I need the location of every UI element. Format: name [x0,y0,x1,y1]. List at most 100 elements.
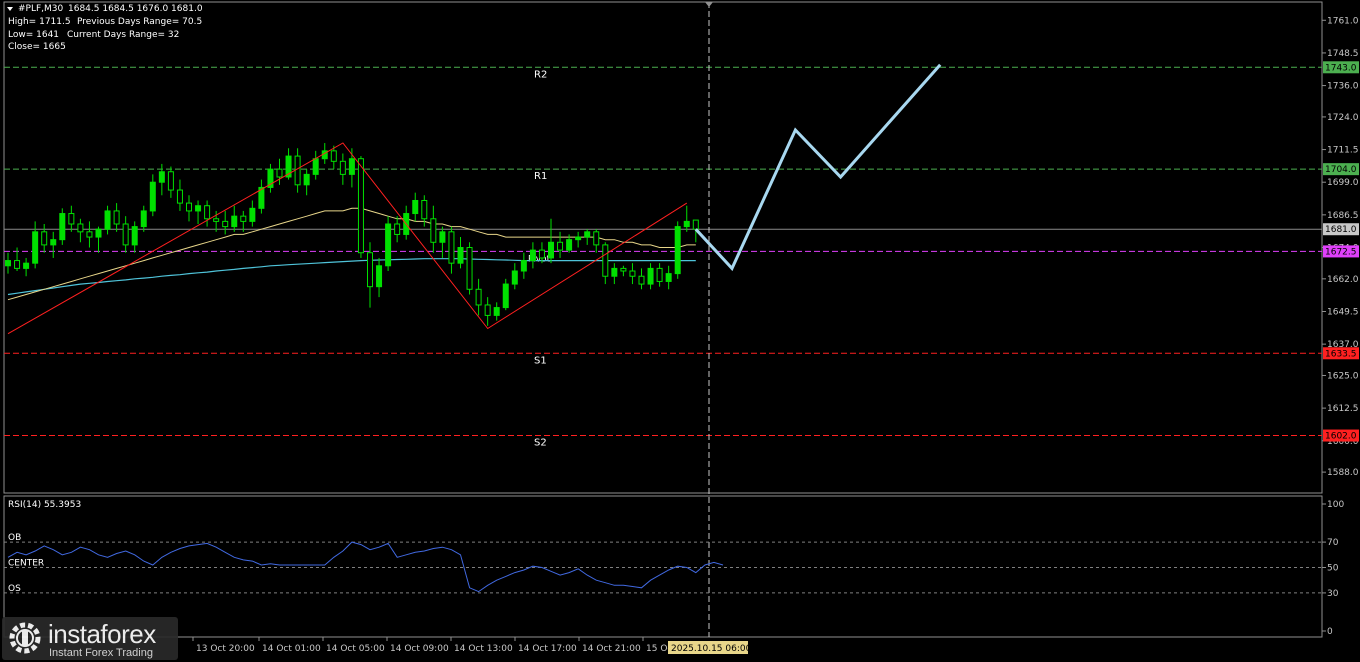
candle-body [294,155,301,186]
candle-body [186,202,192,212]
price-tick-label: 1724.0 [1327,113,1359,123]
candle-body [457,247,464,264]
candle-body [77,223,84,233]
candle-body [593,231,600,246]
price-tick-label: 1662.0 [1327,275,1359,285]
candle-body [511,270,518,285]
logo-tagline: Instant Forex Trading [49,647,153,659]
candle-body [647,267,654,285]
candle-body [122,223,129,246]
rsi-title: RSI(14) 55.3953 [8,500,81,510]
price-tick-label: 1686.5 [1327,211,1359,221]
time-tick-label: 14 Oct 05:00 [326,644,385,654]
candle-body [312,158,319,175]
candle-body [584,231,591,238]
candle-body [466,247,473,290]
candle-body [421,199,428,220]
candle-body [240,215,247,222]
forecast-line [694,63,942,272]
ma-fast-line [7,207,696,301]
chart-header: #PLF,M30 1684.5 1684.5 1676.0 1681.0 High=… [7,4,203,52]
price-tick-label: 1649.5 [1327,307,1359,317]
candle-body [195,205,202,212]
rsi-tick-label: 100 [1327,500,1344,510]
level-label-r2: R2 [534,69,547,80]
zigzag-line [7,142,688,335]
candle-body [32,231,39,264]
candle-body [158,171,165,183]
prev-range-label: Previous Days Range= 70.5 [77,17,202,27]
time-tick-label: 14 Oct 17:00 [518,644,577,654]
candle-body [339,160,346,175]
candle-body [439,231,446,243]
candle-body [692,219,699,230]
candle-body [566,239,573,251]
time-tick-label: 13 Oct 20:00 [196,644,255,654]
chart-canvas: 1761.0 1748.5 1736.0 1724.0 1711.5 1699.0 1686… [3,1,1359,654]
price-tick-label: 1699.0 [1327,178,1359,188]
ohlc-label: 1684.5 1684.5 1676.0 1681.0 [68,4,203,14]
candle-body [213,218,220,222]
candles [5,143,699,326]
candle-body [204,205,211,220]
level-label-s1: S1 [534,355,547,366]
candle-body [529,249,536,262]
candle-body [231,215,238,228]
rsi-pane-frame [3,495,1323,638]
price-tick-label: 1625.0 [1327,371,1359,381]
price-tick-label: 1711.5 [1327,146,1359,156]
low-label: Low= 1641 [8,30,59,40]
candle-body [86,231,93,238]
level-price-text: 1633.5 [1325,349,1357,359]
candle-body [330,150,337,162]
level-price-text: 1672.5 [1325,247,1357,257]
candle-body [430,218,437,243]
candle-body [683,220,690,228]
gear-logo-icon [9,622,41,654]
candle-body [548,241,554,259]
candle-body [104,210,111,230]
candle-body [656,267,663,282]
cursor-time-text: 2025.10.15 06:00 [671,644,752,654]
candle-body [167,171,174,191]
time-tick-label: 14 Oct 09:00 [390,644,449,654]
candle-body [23,262,30,269]
collapse-arrow-icon [7,7,13,11]
candle-body [493,307,500,316]
candle-body [538,249,545,259]
rsi-tick-label: 70 [1327,538,1339,548]
rsi-tick-label: 0 [1327,627,1333,637]
rsi-level-label-ob: OB [8,533,21,543]
candle-body [113,210,120,225]
candle-body [95,228,102,238]
candle-body [376,265,383,288]
price-tick-label: 1761.0 [1327,16,1359,26]
candle-body [357,158,364,254]
candle-body [176,189,183,204]
candle-body [385,223,392,267]
time-tick-label: 14 Oct 13:00 [454,644,513,654]
candle-body [484,304,491,316]
level-price-text: 1602.0 [1325,432,1357,442]
candle-body [41,231,48,246]
candle-body [50,239,57,246]
candle-body [620,267,627,272]
candle-body [602,244,609,277]
candle-body [140,210,147,228]
level-price-text: 1704.0 [1325,165,1357,175]
candle-body [629,270,636,277]
time-tick-label: 14 Oct 01:00 [262,644,321,654]
cur-range-label: Current Days Range= 32 [67,30,179,40]
price-tick-label: 1612.5 [1327,404,1359,414]
rsi-tick-label: 50 [1327,564,1339,574]
symbol-label: #PLF,M30 [18,4,64,14]
candle-body [502,283,509,309]
price-tick-label: 1736.0 [1327,82,1359,92]
candle-body [59,213,66,241]
candle-body [638,275,645,285]
rsi-level-label-os: OS [8,584,21,594]
candle-body [149,181,156,212]
candle-body [131,226,138,246]
high-label: High= 1711.5 [8,17,71,27]
rsi-tick-label: 30 [1327,589,1339,599]
